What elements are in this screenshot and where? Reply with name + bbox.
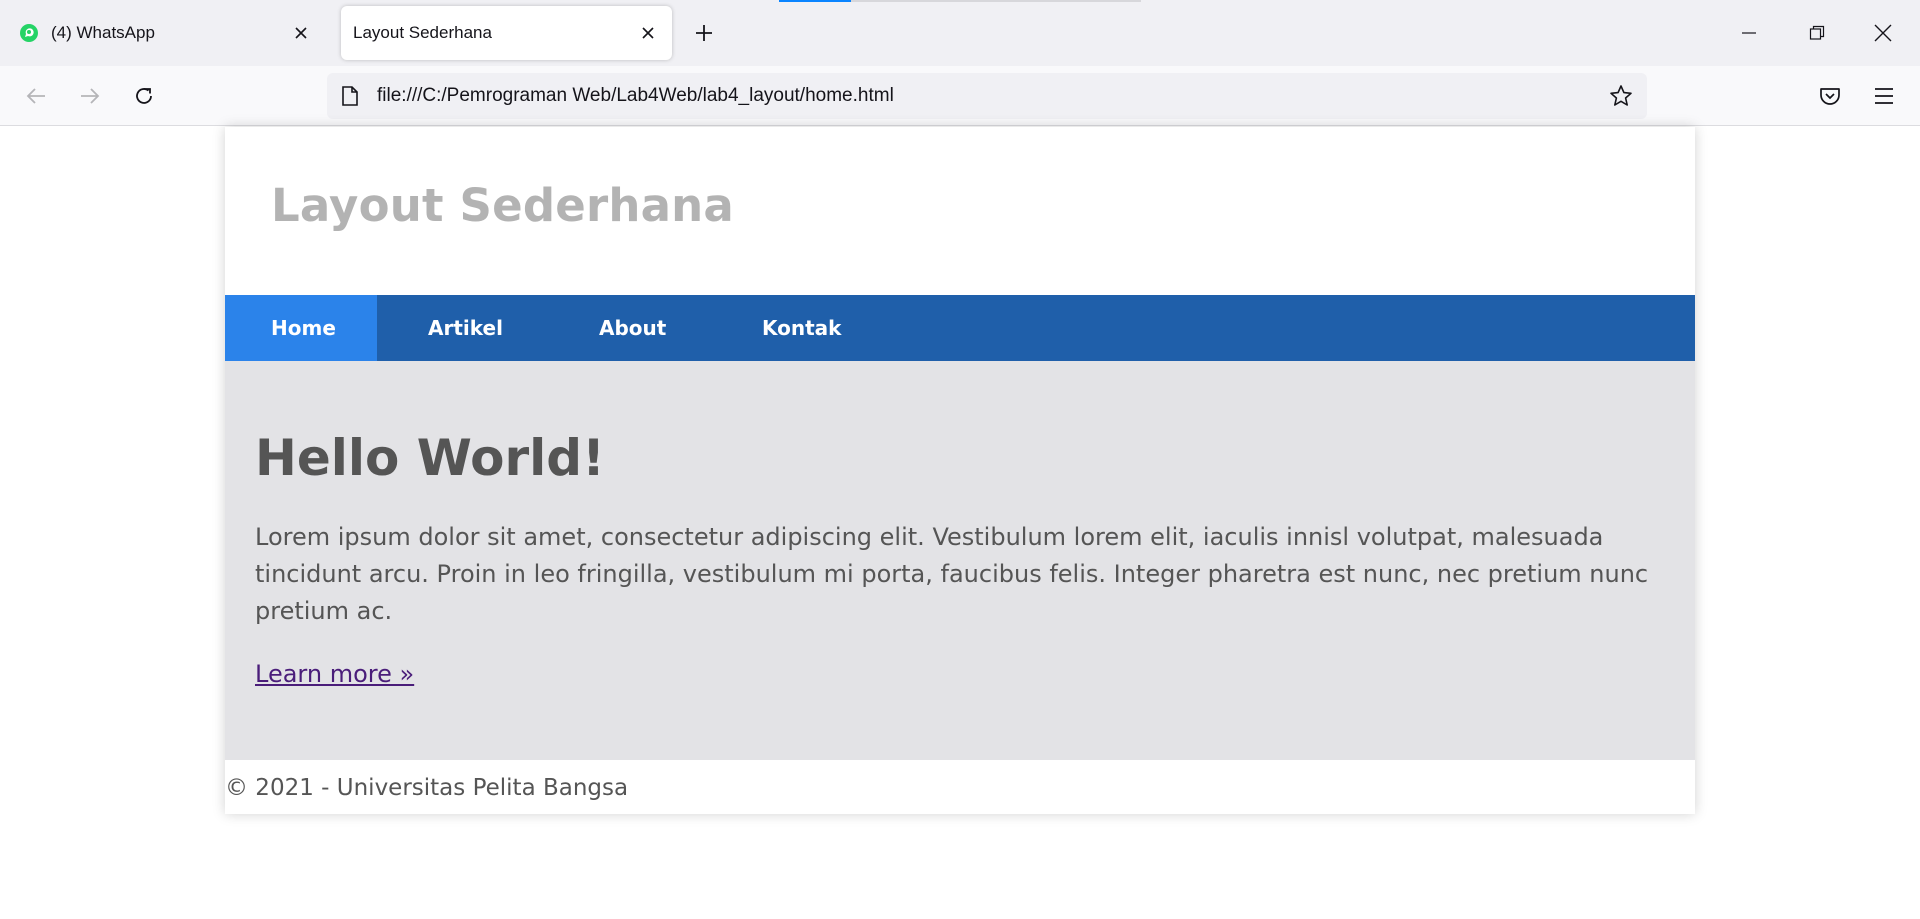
footer-copyright: © 2021 - Universitas Pelita Bangsa — [225, 775, 629, 801]
whatsapp-icon — [19, 23, 39, 43]
tab-whatsapp[interactable]: (4) WhatsApp — [5, 6, 325, 60]
tab-layout-sederhana[interactable]: Layout Sederhana — [341, 6, 672, 60]
site-nav: Home Artikel About Kontak — [225, 295, 1695, 361]
hero-body: Lorem ipsum dolor sit amet, consectetur … — [255, 523, 1649, 625]
pocket-icon[interactable] — [1810, 76, 1850, 116]
site-title: Layout Sederhana — [271, 179, 734, 232]
back-arrow-icon[interactable] — [16, 76, 56, 116]
navigation-toolbar: file:///C:/Pemrograman Web/Lab4Web/lab4_… — [0, 66, 1920, 126]
close-tab-icon[interactable] — [281, 13, 321, 53]
site-header: Layout Sederhana — [225, 127, 1695, 295]
forward-arrow-icon[interactable] — [70, 76, 110, 116]
nav-home[interactable]: Home — [225, 295, 377, 361]
minimize-icon[interactable] — [1712, 0, 1786, 66]
close-tab-icon[interactable] — [628, 13, 668, 53]
close-icon[interactable] — [1846, 0, 1920, 66]
nav-kontak[interactable]: Kontak — [706, 295, 866, 361]
restore-icon[interactable] — [1780, 0, 1854, 66]
tab-strip: (4) WhatsApp Layout Sederhana — [0, 0, 1920, 66]
plus-icon[interactable] — [684, 13, 724, 53]
url-text[interactable]: file:///C:/Pemrograman Web/Lab4Web/lab4_… — [377, 85, 894, 107]
site-footer: © 2021 - Universitas Pelita Bangsa — [225, 760, 1695, 814]
page-icon — [339, 85, 361, 107]
menu-icon[interactable] — [1864, 76, 1904, 116]
address-bar[interactable]: file:///C:/Pemrograman Web/Lab4Web/lab4_… — [327, 73, 1647, 119]
loading-indicator — [779, 0, 851, 2]
nav-artikel[interactable]: Artikel — [377, 295, 547, 361]
nav-about[interactable]: About — [547, 295, 706, 361]
star-icon[interactable] — [1601, 76, 1641, 116]
page-container: Layout Sederhana Home Artikel About Kont… — [225, 127, 1695, 814]
learn-more-link[interactable]: Learn more » — [255, 660, 414, 688]
tab-title: Layout Sederhana — [353, 23, 492, 42]
hero-heading: Hello World! — [255, 429, 605, 487]
hero-section: Hello World! Lorem ipsum dolor sit amet,… — [225, 361, 1695, 760]
tab-strip-divider — [851, 0, 1141, 2]
reload-icon[interactable] — [124, 76, 164, 116]
tab-title: (4) WhatsApp — [51, 23, 155, 42]
